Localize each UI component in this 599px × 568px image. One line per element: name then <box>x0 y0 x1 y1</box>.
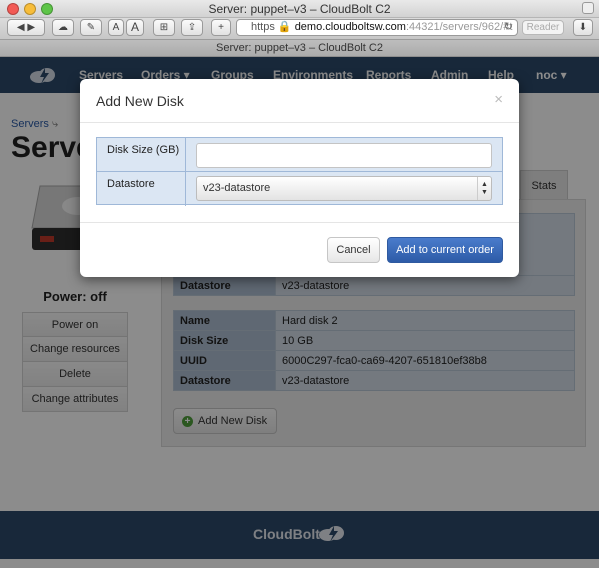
icloud-icon[interactable]: ☁ <box>52 19 74 36</box>
url-path: :44321/servers/962/#t <box>405 21 513 33</box>
font-smaller-button[interactable]: A <box>108 19 124 36</box>
dialog-title: Add New Disk <box>96 93 184 109</box>
browser-toolbar: ◀ ▶ ☁ ✎ A A ⊞ ⇪ + https 🔒 demo.cloudbolt… <box>0 18 599 39</box>
add-to-current-order-button[interactable]: Add to current order <box>387 237 503 263</box>
url-scheme: https <box>251 21 275 33</box>
dialog-header-divider <box>80 122 519 123</box>
datastore-label: Datastore <box>97 172 186 206</box>
downloads-icon[interactable]: ⬇ <box>573 19 593 36</box>
window-titlebar: Server: puppet–v3 – CloudBolt C2 <box>0 0 599 18</box>
tab-strip: Server: puppet–v3 – CloudBolt C2 <box>0 39 599 57</box>
active-tab-title[interactable]: Server: puppet–v3 – CloudBolt C2 <box>0 42 599 54</box>
back-forward-buttons[interactable]: ◀ ▶ <box>7 19 45 36</box>
address-bar[interactable]: https 🔒 demo.cloudboltsw.com:44321/serve… <box>236 19 518 36</box>
fullscreen-icon[interactable] <box>582 2 594 14</box>
disk-size-row: Disk Size (GB) <box>97 138 502 172</box>
new-tab-icon[interactable]: + <box>211 19 231 36</box>
edit-icon[interactable]: ✎ <box>80 19 102 36</box>
font-larger-button[interactable]: A <box>126 19 144 36</box>
disk-size-label: Disk Size (GB) <box>97 138 186 172</box>
disk-form: Disk Size (GB) Datastore v23-datastore ▲… <box>96 137 503 206</box>
disk-size-input[interactable] <box>196 143 492 168</box>
cancel-button[interactable]: Cancel <box>327 237 380 263</box>
share-icon[interactable]: ⇪ <box>181 19 203 36</box>
url-host: demo.cloudboltsw.com <box>294 21 406 33</box>
select-arrows-icon: ▲ ▼ <box>477 177 491 200</box>
datastore-row: Datastore v23-datastore ▲ ▼ <box>97 171 502 206</box>
reader-button[interactable]: Reader <box>522 20 564 35</box>
window-title: Server: puppet–v3 – CloudBolt C2 <box>208 2 391 16</box>
grid-view-icon[interactable]: ⊞ <box>153 19 175 36</box>
datastore-select[interactable]: v23-datastore ▲ ▼ <box>196 176 492 201</box>
datastore-selected-value: v23-datastore <box>203 182 271 194</box>
add-new-disk-dialog: Add New Disk × Disk Size (GB) Datastore … <box>80 79 519 277</box>
reload-icon[interactable]: ↻ <box>504 20 513 35</box>
close-icon[interactable]: × <box>494 91 503 108</box>
dialog-footer-divider <box>80 222 519 223</box>
lock-icon: 🔒 <box>277 21 295 33</box>
